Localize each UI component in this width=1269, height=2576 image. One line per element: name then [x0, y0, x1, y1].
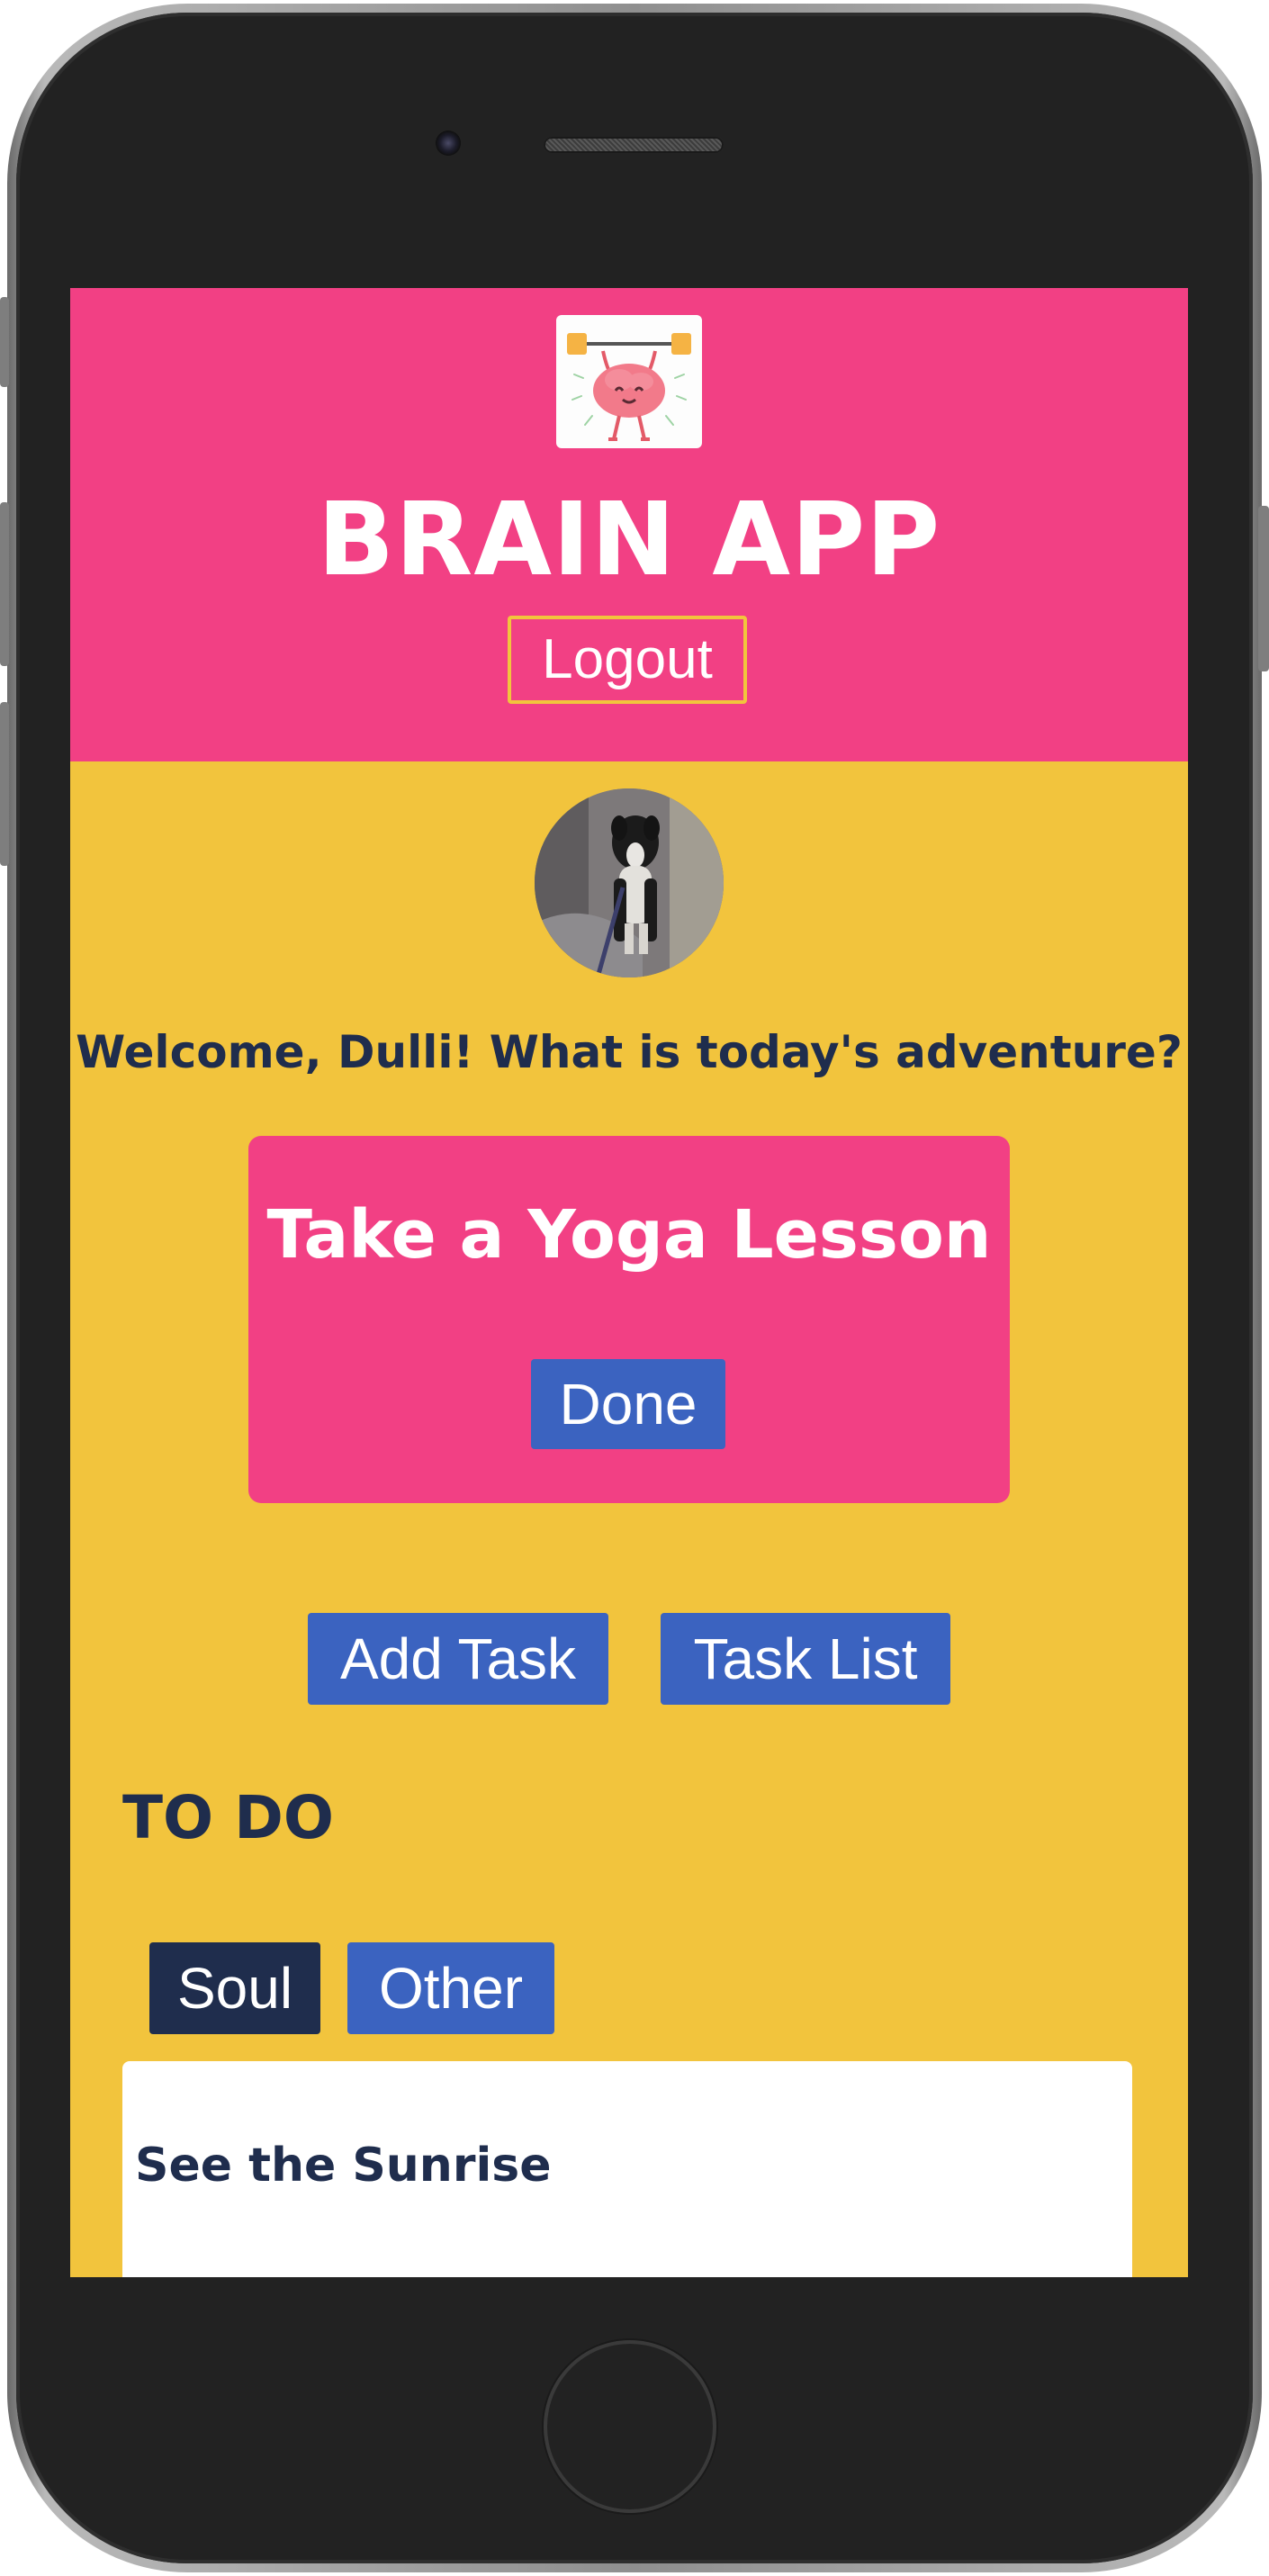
todo-heading: TO DO [122, 1783, 334, 1852]
filter-soul-button[interactable]: Soul [149, 1942, 320, 2034]
app-screen: BRAIN APP Logout Welcome, Dulli! What is… [70, 288, 1188, 2277]
current-task-title: Take a Yoga Lesson [266, 1196, 992, 1274]
front-camera [436, 131, 461, 156]
add-task-button[interactable]: Add Task [308, 1613, 608, 1705]
mute-switch [0, 297, 9, 387]
todo-item-title: See the Sunrise [135, 2139, 552, 2193]
home-button[interactable] [544, 2340, 716, 2513]
volume-down-button [0, 702, 9, 866]
volume-up-button [0, 502, 9, 666]
task-list-button[interactable]: Task List [661, 1613, 950, 1705]
earpiece-speaker [544, 137, 724, 153]
done-button[interactable]: Done [531, 1359, 725, 1449]
power-button [1258, 506, 1269, 671]
welcome-message: Welcome, Dulli! What is today's adventur… [76, 1026, 1183, 1078]
brain-weightlifting-icon [556, 315, 702, 448]
todo-item-card[interactable]: See the Sunrise [122, 2061, 1132, 2277]
app-header: BRAIN APP Logout [70, 288, 1188, 761]
app-title: BRAIN APP [317, 482, 941, 599]
current-task-card: Take a Yoga Lesson Done [248, 1136, 1010, 1503]
dog-avatar-photo [535, 788, 724, 977]
logout-button[interactable]: Logout [508, 616, 747, 704]
filter-other-button[interactable]: Other [347, 1942, 554, 2034]
